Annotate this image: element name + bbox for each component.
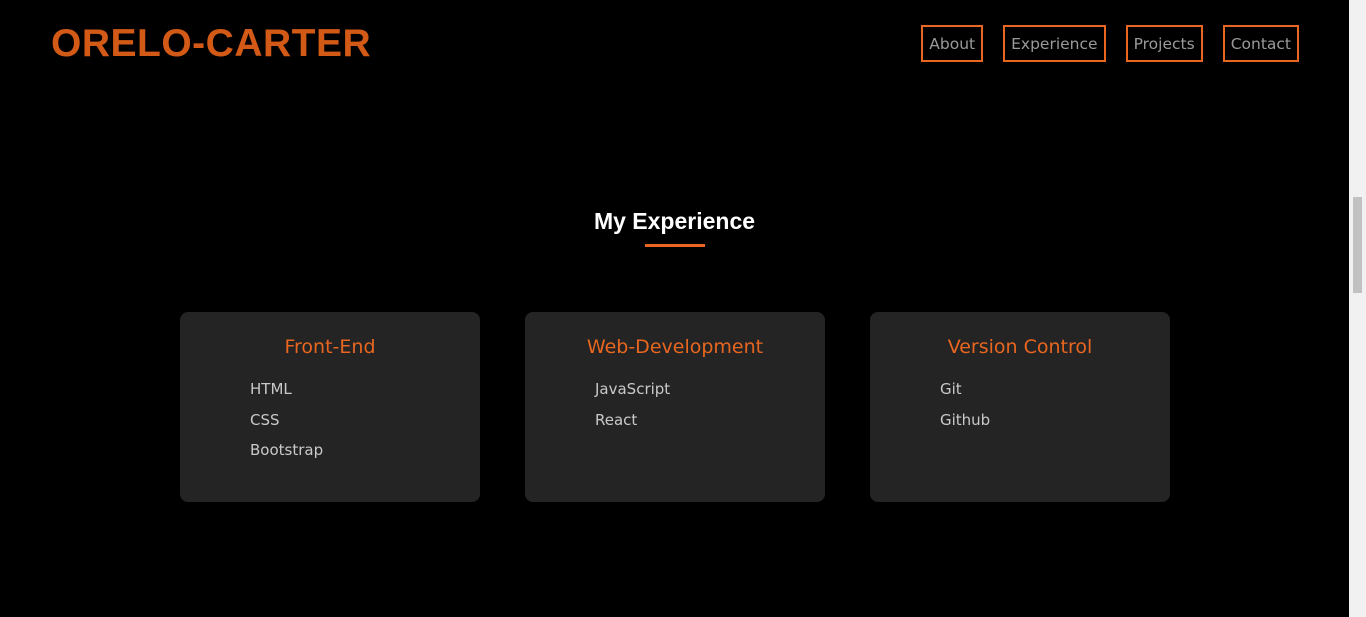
experience-card-front-end: Front-End HTML CSS Bootstrap	[180, 312, 480, 502]
scrollbar-thumb[interactable]	[1353, 197, 1362, 293]
experience-card-version-control: Version Control Git Github	[870, 312, 1170, 502]
section-title: My Experience	[593, 208, 756, 234]
skill-item: React	[595, 410, 638, 429]
skill-item: CSS	[250, 410, 280, 429]
card-title: Web-Development	[586, 336, 764, 358]
experience-cards: Front-End HTML CSS Bootstrap Web-Develop…	[180, 312, 1170, 502]
skill-list: Git Github	[870, 374, 1170, 435]
nav-link-contact[interactable]: Contact	[1222, 25, 1299, 62]
nav-link-experience[interactable]: Experience	[1003, 25, 1106, 62]
skill-item: HTML	[250, 380, 292, 398]
card-title: Version Control	[947, 336, 1093, 358]
card-title: Front-End	[284, 336, 376, 358]
skill-item: JavaScript	[595, 380, 671, 398]
skill-list: HTML CSS Bootstrap	[180, 374, 480, 466]
skill-item: Bootstrap	[250, 441, 324, 459]
skill-list: JavaScript React	[525, 374, 825, 435]
page: ORELO-CARTER About Experience Projects C…	[0, 0, 1366, 617]
title-underline	[645, 244, 705, 247]
nav-link-projects[interactable]: Projects	[1125, 25, 1203, 62]
site-logo[interactable]: ORELO-CARTER	[51, 22, 371, 66]
main-nav: About Experience Projects Contact	[921, 25, 1299, 62]
experience-card-web-development: Web-Development JavaScript React	[525, 312, 825, 502]
skill-item: Git	[940, 380, 962, 398]
vertical-scrollbar[interactable]	[1349, 0, 1366, 617]
skill-item: Github	[940, 410, 991, 429]
nav-link-about[interactable]: About	[921, 25, 984, 62]
